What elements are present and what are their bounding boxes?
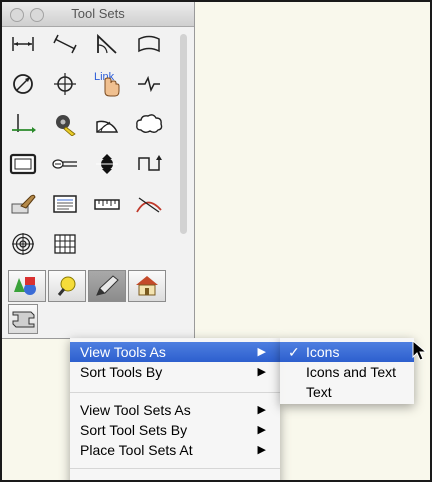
crosshair-icon[interactable] [50, 70, 80, 98]
screenshot-frame: Tool Sets Link View Tools As ▶ Sort Tool… [0, 0, 432, 482]
origin-icon[interactable] [8, 110, 38, 138]
shapes-tab-icon[interactable] [8, 270, 46, 302]
palette-context-menu: View Tools As ▶ Sort Tools By ▶ View Too… [70, 338, 280, 480]
menu-item-sort-tool-sets-by[interactable]: Sort Tool Sets By ▶ [70, 420, 280, 440]
mouse-cursor-icon [412, 339, 428, 367]
cloud-icon[interactable] [134, 110, 164, 138]
submenu-arrow-icon: ▶ [257, 366, 266, 378]
target-icon[interactable] [8, 230, 38, 258]
tool-set-tabs [8, 270, 168, 302]
step-line-icon[interactable] [134, 150, 164, 178]
view-tools-as-submenu: ✓ Icons Icons and Text Text [280, 338, 414, 404]
beam-tab-icon[interactable] [8, 304, 38, 334]
palette-scrollbar[interactable] [180, 34, 187, 234]
submenu-item-label: Icons and Text [306, 364, 397, 380]
submenu-arrow-icon: ▶ [257, 404, 266, 416]
menu-item-place-tool-sets-at[interactable]: Place Tool Sets At ▶ [70, 440, 280, 460]
menu-separator [70, 392, 280, 393]
menu-item-label: Place Tool Sets At [80, 442, 193, 458]
eyedropper-icon[interactable] [8, 190, 38, 218]
menu-item-sort-tools-by[interactable]: Sort Tools By ▶ [70, 362, 280, 382]
pencil-tab-icon[interactable] [88, 270, 126, 302]
tool-grid: Link [8, 30, 176, 258]
submenu-arrow-icon: ▶ [257, 444, 266, 456]
arc-dimension-icon[interactable] [134, 30, 164, 58]
submenu-item-icons[interactable]: ✓ Icons [280, 342, 414, 362]
submenu-item-text[interactable]: Text [280, 382, 414, 402]
menu-item-label: Sort Tool Sets By [80, 422, 188, 438]
angled-dimension-icon[interactable] [50, 30, 80, 58]
grid-icon[interactable] [50, 230, 80, 258]
palette-titlebar[interactable]: Tool Sets [2, 2, 194, 27]
submenu-arrow-icon: ▶ [257, 346, 266, 358]
submenu-item-icons-and-text[interactable]: Icons and Text [280, 362, 414, 382]
dimension-icon[interactable] [8, 30, 38, 58]
menu-item-view-tools-as[interactable]: View Tools As ▶ [70, 342, 280, 362]
menu-separator [70, 468, 280, 469]
tool-sets-palette: Tool Sets Link [2, 2, 195, 339]
light-tab-icon[interactable] [48, 270, 86, 302]
protractor-icon[interactable] [92, 110, 122, 138]
checkmark-icon: ✓ [288, 344, 300, 360]
submenu-item-label: Text [306, 384, 332, 400]
menu-item-label: View Tool Sets As [80, 402, 191, 418]
rectangle-icon[interactable] [8, 150, 38, 178]
tape-measure-icon[interactable] [50, 110, 80, 138]
palette-title: Tool Sets [71, 6, 125, 21]
ruler-icon[interactable] [92, 190, 122, 218]
menu-item-label: View Tools As [80, 344, 166, 360]
break-line-icon[interactable] [134, 70, 164, 98]
house-tab-icon[interactable] [128, 270, 166, 302]
link-icon[interactable]: Link [92, 70, 122, 98]
radial-dimension-icon[interactable] [92, 30, 122, 58]
notes-icon[interactable] [50, 190, 80, 218]
submenu-item-label: Icons [306, 344, 340, 360]
menu-item-label: Sort Tools By [80, 364, 163, 380]
pointer-line-icon[interactable] [50, 150, 80, 178]
curve-icon[interactable] [134, 190, 164, 218]
submenu-arrow-icon: ▶ [257, 424, 266, 436]
diameter-icon[interactable] [8, 70, 38, 98]
menu-item-view-tool-sets-as[interactable]: View Tool Sets As ▶ [70, 400, 280, 420]
section-marker-icon[interactable] [92, 150, 122, 178]
